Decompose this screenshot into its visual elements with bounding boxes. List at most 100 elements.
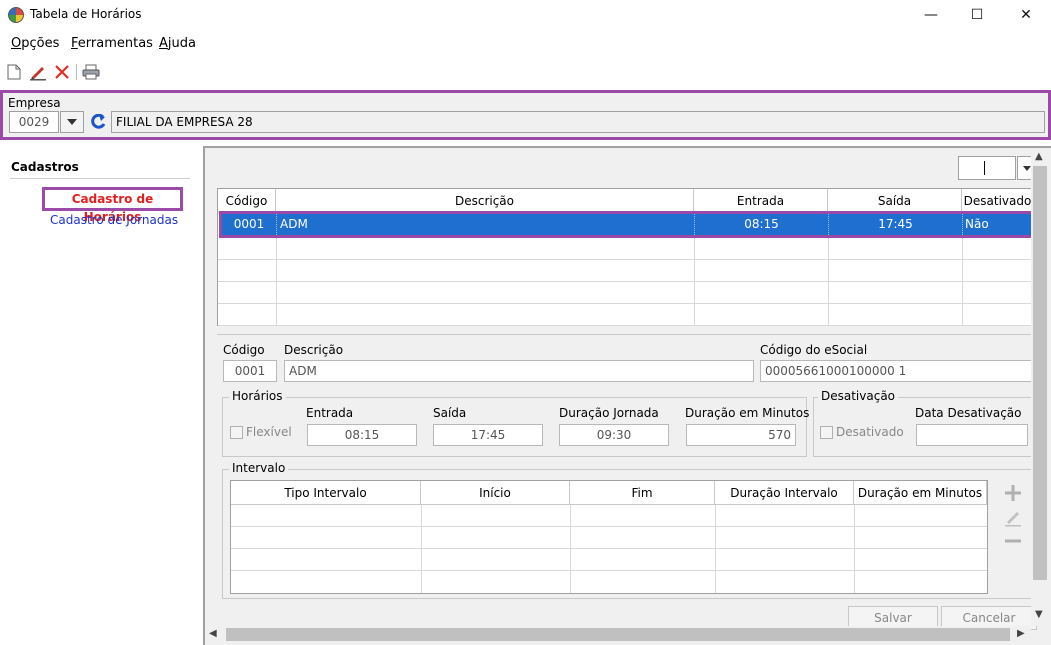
descricao-label: Descrição [284,343,344,357]
toolbar-separator [76,64,77,80]
intervalo-group-title: Intervalo [229,461,289,475]
edit-pencil-icon[interactable] [28,62,48,82]
duracao-minutos-field[interactable]: 570 [686,424,796,446]
sidebar-title: Cadastros [11,160,79,174]
menu-ajuda[interactable]: Ajuda [159,36,196,51]
duracao-jornada-field[interactable]: 09:30 [559,424,669,446]
menu-bar: Opções Ferramentas Ajuda [0,32,1051,56]
chevron-down-icon [67,119,77,125]
table-row[interactable] [231,571,987,593]
grid-line [694,282,695,304]
saida-field[interactable]: 17:45 [433,424,543,446]
grid-line [421,571,422,593]
horarios-grid: Código Descrição Entrada Saída Desativad… [217,188,1034,326]
grid-line [570,549,571,571]
column-header-saida[interactable]: Saída [828,189,962,213]
cell-saida: 17:45 [829,214,963,235]
grid-line [570,527,571,549]
sidebar-item-cadastro-horarios[interactable]: Cadastro de Horários [42,187,183,224]
grid-line [694,238,695,260]
table-row[interactable]: 0001 ADM 08:15 17:45 Não [222,214,1031,235]
vertical-scrollbar-thumb[interactable] [1033,166,1047,580]
maximize-button[interactable]: ☐ [954,0,1000,30]
text-caret [984,161,985,175]
close-button[interactable]: ✕ [1003,0,1049,30]
minimize-button[interactable]: — [908,0,954,30]
column-header-tipo-intervalo[interactable]: Tipo Intervalo [231,481,421,505]
desativado-checkbox[interactable] [820,426,833,439]
empresa-code-field[interactable]: 0029 [9,111,59,133]
table-row[interactable] [231,549,987,571]
sidebar: Cadastros Cadastro de Horários Cadastro … [0,146,200,645]
grid-line [962,304,963,326]
grid-line [854,505,855,527]
table-row-selected-highlight: 0001 ADM 08:15 17:45 Não [219,211,1034,238]
entrada-field[interactable]: 08:15 [307,424,417,446]
horizontal-scrollbar-thumb[interactable] [226,628,1010,641]
grid-line [570,505,571,527]
horarios-group-title: Horários [229,389,286,403]
column-header-descricao[interactable]: Descrição [276,189,694,213]
grid-line [276,282,277,304]
column-header-codigo[interactable]: Código [218,189,276,213]
column-header-inicio[interactable]: Início [421,481,570,505]
table-row[interactable] [218,260,1032,282]
empresa-panel: Empresa 0029 FILIAL DA EMPRESA 28 [0,90,1051,140]
scroll-left-icon[interactable]: ◀ [209,628,217,639]
grid-line [962,238,963,260]
cell-codigo: 0001 [222,214,277,235]
grid-line [421,527,422,549]
empresa-dropdown-button[interactable] [60,111,84,133]
table-row[interactable] [218,304,1032,326]
filter-input[interactable] [958,156,1016,180]
grid-line [854,527,855,549]
grid-line [715,571,716,593]
duracao-jornada-label: Duração Jornada [559,406,659,420]
grid-line [276,260,277,282]
data-desativacao-field[interactable] [916,424,1028,446]
table-row[interactable] [231,505,987,527]
codigo-field[interactable]: 0001 [223,360,277,382]
column-header-duracao-intervalo[interactable]: Duração Intervalo [715,481,854,505]
grid-line [570,571,571,593]
delete-x-icon[interactable] [52,62,72,82]
table-row[interactable] [218,238,1032,260]
add-intervalo-icon[interactable] [1003,483,1023,503]
table-row[interactable] [218,282,1032,304]
entrada-label: Entrada [306,406,354,420]
flexivel-label: Flexível [246,425,292,439]
menu-ferramentas[interactable]: Ferramentas [71,36,153,51]
print-icon[interactable] [81,62,101,82]
cell-desativado: Não [965,217,989,231]
flexivel-checkbox[interactable] [230,426,243,439]
scroll-up-icon[interactable]: ▲ [1035,151,1043,162]
esocial-field[interactable]: 00005661000100000 1 [760,360,1034,382]
remove-intervalo-icon[interactable] [1003,531,1023,551]
chevron-down-icon [1023,165,1031,171]
column-header-fim[interactable]: Fim [570,481,715,505]
horario-form: Código 0001 Descrição ADM Código do eSoc… [217,334,1037,634]
edit-intervalo-icon[interactable] [1003,507,1023,527]
table-row[interactable] [231,527,987,549]
refresh-icon[interactable] [87,111,109,133]
column-header-entrada[interactable]: Entrada [694,189,828,213]
descricao-field[interactable]: ADM [284,360,754,382]
scroll-right-icon[interactable]: ▶ [1017,628,1025,639]
desativacao-group-title: Desativação [818,389,899,403]
sidebar-item-cadastro-jornadas[interactable]: Cadastro de Jornadas [50,213,178,227]
new-document-icon[interactable] [4,62,24,82]
column-header-desativado[interactable]: Desativado [962,189,1034,213]
cell-descricao: ADM [277,214,695,235]
grid-line [276,304,277,326]
title-bar: Tabela de Horários — ☐ ✕ [0,0,1051,30]
main-panel: Código Descrição Entrada Saída Desativad… [203,146,1051,645]
duracao-minutos-label: Duração em Minutos [685,406,810,420]
menu-opcoes[interactable]: Opções [11,36,59,51]
column-header-duracao-minutos[interactable]: Duração em Minutos [854,481,987,505]
esocial-label: Código do eSocial [760,343,868,357]
grid-line [828,260,829,282]
scroll-down-icon[interactable]: ▼ [1035,609,1043,620]
grid-line [854,549,855,571]
grid-line [828,304,829,326]
data-desativacao-label: Data Desativação [915,406,1022,420]
